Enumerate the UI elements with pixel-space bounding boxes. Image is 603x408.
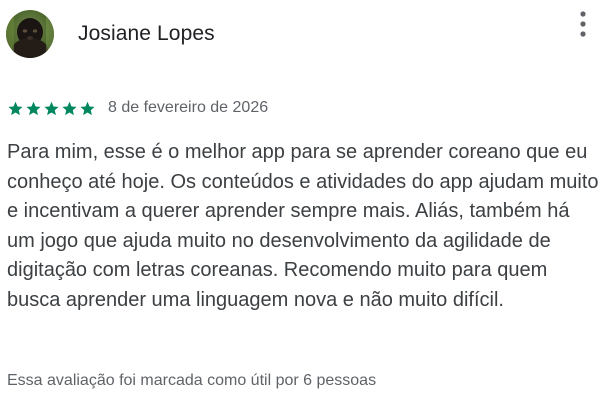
review-header: Josiane Lopes	[6, 10, 596, 58]
user-avatar-photo-icon	[6, 10, 54, 58]
review-date: 8 de fevereiro de 2026	[108, 99, 269, 116]
more-vert-icon[interactable]	[575, 10, 591, 38]
star-rating	[7, 100, 96, 117]
star-icon	[80, 101, 95, 115]
star-icon	[44, 101, 59, 115]
review-text: Para mim, esse é o melhor app para se ap…	[7, 141, 599, 311]
more-options-button[interactable]	[575, 10, 591, 38]
star-icon	[8, 101, 23, 115]
helpful-count-text: Essa avaliação foi marcada como útil por…	[7, 372, 377, 389]
star-icon	[62, 101, 77, 115]
avatar	[6, 10, 54, 58]
rating-row: 8 de fevereiro de 2026	[7, 96, 268, 120]
reviewer-name: Josiane Lopes	[78, 22, 215, 45]
star-icon	[26, 101, 41, 115]
review-card: Josiane Lopes 8 de fevereiro de 2026 Par…	[0, 0, 603, 408]
